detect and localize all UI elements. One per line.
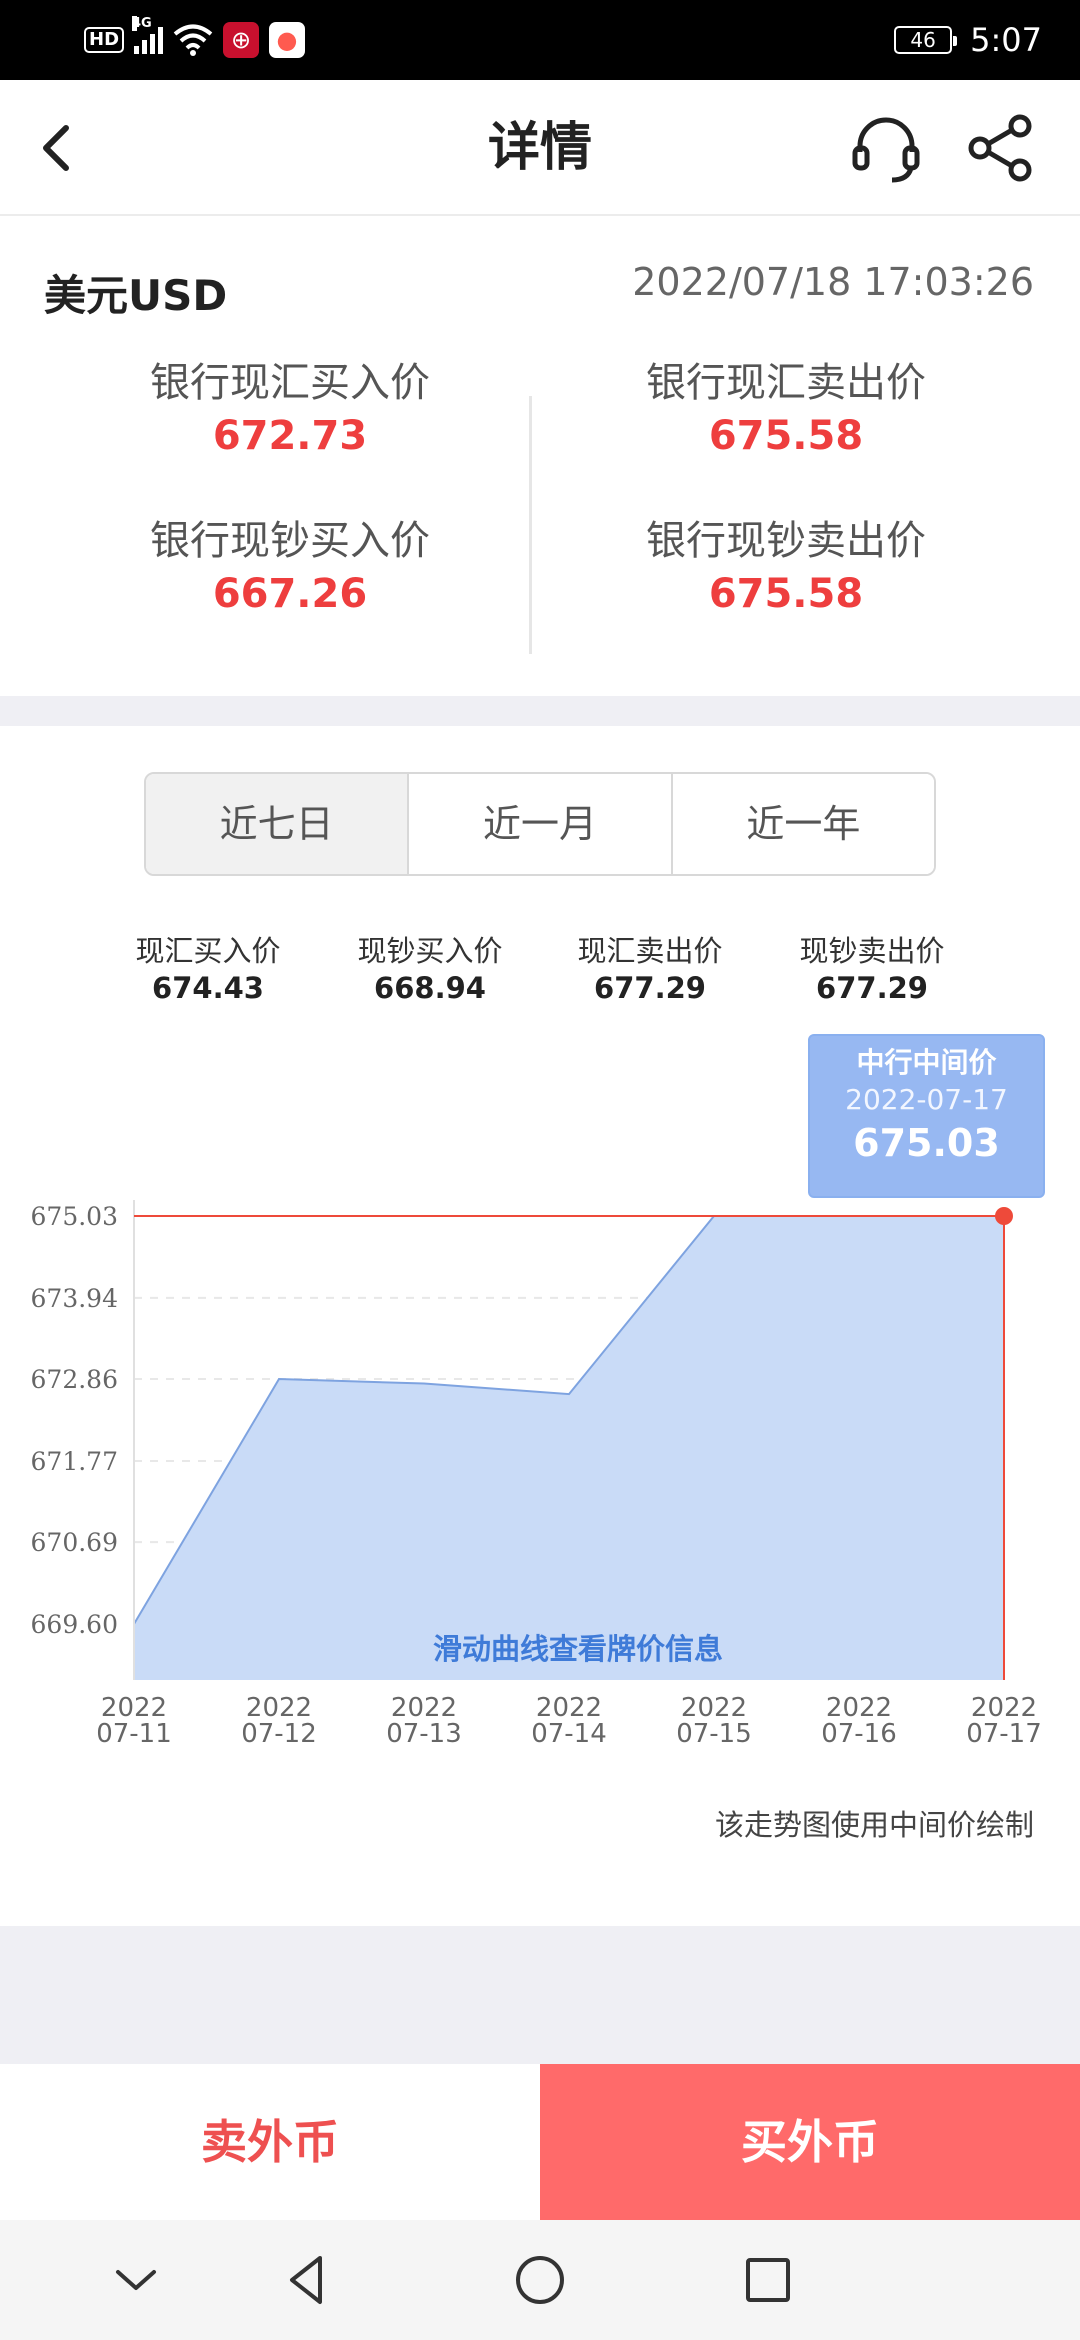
quote-label: 银行现汇买入价 — [150, 360, 430, 406]
status-left: HD 4G ⊕ ● — [84, 16, 306, 60]
headset-icon[interactable] — [846, 108, 926, 188]
back-arrow-icon[interactable] — [30, 120, 86, 176]
tooltip-value: 675.03 — [853, 1121, 1000, 1165]
nav-recents-icon[interactable] — [728, 2240, 808, 2320]
signal-icon: 4G — [132, 16, 164, 54]
x-tick-label: 07-13 — [386, 1719, 462, 1749]
quote-value: 667.26 — [212, 571, 368, 617]
status-right: 46 5:07 — [894, 18, 1042, 62]
bank-app-icon: ⊕ — [223, 22, 260, 58]
quote-item-cash-sell: 银行现钞卖出价 675.58 — [516, 516, 1056, 622]
quote-label: 银行现钞卖出价 — [646, 518, 926, 564]
y-tick-label: 673.94 — [31, 1284, 118, 1313]
x-tick-label: 07-12 — [241, 1719, 317, 1749]
quote-value: 672.73 — [212, 413, 368, 459]
share-icon[interactable] — [960, 108, 1040, 188]
chart-section: 近七日 近一月 近一年 现汇买入价 674.43 现钞买入价 668.94 现汇… — [0, 726, 1080, 1926]
x-tick-label: 07-15 — [676, 1719, 752, 1749]
bottom-spacer — [0, 1926, 1080, 2064]
x-tick-label: 07-11 — [96, 1719, 172, 1749]
x-tick-label: 07-14 — [531, 1719, 607, 1749]
action-bar: 卖外币 买外币 — [0, 2064, 1080, 2220]
chart-hint: 滑动曲线查看牌价信息 — [432, 1632, 723, 1666]
nav-home-icon[interactable] — [500, 2240, 580, 2320]
quote-timestamp: 2022/07/18 17:03:26 — [632, 260, 1034, 304]
trend-chart[interactable]: 675.03 673.94 672.86 671.77 670.69 669.60 2022… — [0, 726, 1080, 1846]
quote-value: 675.58 — [708, 571, 864, 617]
quote-divider — [529, 396, 532, 654]
y-tick-label: 675.03 — [31, 1202, 118, 1231]
battery-icon: 46 — [894, 26, 958, 54]
system-navbar — [0, 2220, 1080, 2340]
currency-name: 美元USD — [44, 271, 228, 320]
header: 详情 — [0, 80, 1080, 216]
nav-back-icon[interactable] — [268, 2240, 348, 2320]
quote-item-spot-sell: 银行现汇卖出价 675.58 — [516, 358, 1056, 464]
y-tick-label: 671.77 — [31, 1447, 118, 1476]
quote-label: 银行现汇卖出价 — [646, 360, 926, 406]
quote-label: 银行现钞买入价 — [150, 518, 430, 564]
quote-item-cash-buy: 银行现钞买入价 667.26 — [20, 516, 560, 622]
chart-tooltip: 中行中间价 2022-07-17 675.03 — [808, 1034, 1045, 1198]
series-area — [134, 1216, 1004, 1680]
quote-card: 美元USD 2022/07/18 17:03:26 银行现汇买入价 672.73… — [0, 218, 1080, 696]
network-type: 4G — [132, 16, 152, 31]
hd-icon: HD — [84, 27, 125, 53]
y-tick-label: 670.69 — [31, 1528, 118, 1557]
x-tick-label: 07-16 — [821, 1719, 897, 1749]
x-tick-label: 07-17 — [966, 1719, 1042, 1749]
sell-foreign-currency-button[interactable]: 卖外币 — [0, 2064, 540, 2220]
chat-app-icon: ● — [269, 22, 306, 58]
wifi-icon — [173, 24, 213, 56]
quote-item-spot-buy: 银行现汇买入价 672.73 — [20, 358, 560, 464]
buy-foreign-currency-button[interactable]: 买外币 — [540, 2064, 1080, 2220]
section-separator — [0, 696, 1080, 726]
highlight-point — [995, 1207, 1013, 1225]
chart-note: 该走势图使用中间价绘制 — [714, 1808, 1034, 1842]
tooltip-date: 2022-07-17 — [845, 1083, 1008, 1116]
collapse-chevron-icon[interactable] — [96, 2240, 176, 2320]
status-bar: HD 4G ⊕ ● 46 5:07 — [0, 0, 1080, 80]
quote-value: 675.58 — [708, 413, 864, 459]
clock: 5:07 — [970, 21, 1042, 59]
y-tick-label: 669.60 — [31, 1610, 118, 1639]
y-tick-label: 672.86 — [31, 1365, 118, 1394]
tooltip-title: 中行中间价 — [856, 1046, 997, 1079]
